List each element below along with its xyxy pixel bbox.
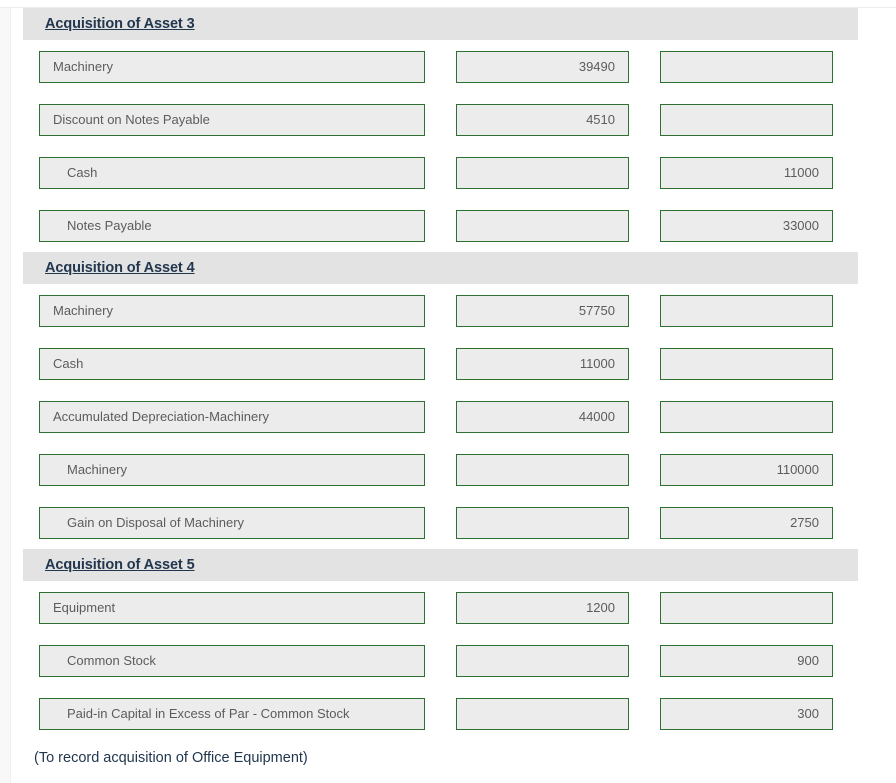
credit-amount-input-value: 110000 (776, 462, 819, 477)
debit-amount-input-value: 39490 (578, 59, 615, 74)
credit-amount-input[interactable]: 900 (660, 644, 833, 677)
debit-amount-input-value: 44000 (578, 409, 615, 424)
journal-entry-row: Paid-in Capital in Excess of Par - Commo… (12, 687, 896, 740)
debit-amount-input-value: 11000 (579, 356, 615, 371)
credit-amount-input[interactable] (660, 400, 833, 433)
journal-entry-row: Discount on Notes Payable 4510 (12, 93, 896, 146)
section-title: Acquisition of Asset 4 (45, 260, 195, 276)
debit-amount-input[interactable]: 44000 (456, 400, 629, 433)
account-title-input[interactable]: Machinery (39, 453, 425, 486)
credit-amount-input[interactable] (660, 103, 833, 136)
section-title: Acquisition of Asset 3 (45, 16, 195, 32)
section-title: Acquisition of Asset 5 (45, 557, 195, 573)
debit-amount-input[interactable]: 11000 (456, 347, 629, 380)
account-title-input[interactable]: Paid-in Capital in Excess of Par - Commo… (39, 697, 425, 730)
section-header: Acquisition of Asset 4 (23, 252, 858, 284)
credit-amount-input-value: 11000 (783, 165, 819, 180)
account-title-input[interactable]: Common Stock (39, 644, 425, 677)
account-title-input-value: Cash (67, 165, 98, 180)
account-title-input[interactable]: Equipment (39, 591, 425, 624)
journal-entry-row: Notes Payable 33000 (12, 199, 896, 252)
credit-amount-input[interactable] (660, 347, 833, 380)
account-title-input-value: Accumulated Depreciation-Machinery (53, 409, 270, 424)
journal-entry-row: Accumulated Depreciation-Machinery 44000 (12, 390, 896, 443)
account-title-input-value: Discount on Notes Payable (53, 112, 210, 127)
account-title-input-value: Common Stock (67, 653, 156, 668)
account-title-input[interactable]: Discount on Notes Payable (39, 103, 425, 136)
debit-amount-input[interactable]: 39490 (456, 50, 629, 83)
debit-amount-input[interactable] (456, 506, 629, 539)
credit-amount-input[interactable] (660, 591, 833, 624)
credit-amount-input[interactable]: 11000 (660, 156, 833, 189)
account-title-input-value: Machinery (53, 59, 113, 74)
account-title-input[interactable]: Machinery (39, 50, 425, 83)
sections-container: Acquisition of Asset 3 Machinery 39490 Disc… (12, 8, 896, 740)
debit-amount-input[interactable] (456, 209, 629, 242)
debit-amount-input[interactable]: 1200 (456, 591, 629, 624)
top-edge-strip (0, 0, 896, 8)
debit-amount-input[interactable] (456, 644, 629, 677)
left-gutter-strip (0, 0, 11, 783)
section-header: Acquisition of Asset 3 (23, 8, 858, 40)
debit-amount-input-value: 57750 (578, 303, 615, 318)
account-title-input-value: Equipment (53, 600, 116, 615)
account-title-input[interactable]: Cash (39, 347, 425, 380)
debit-amount-input-value: 4510 (586, 112, 615, 127)
debit-amount-input-value: 1200 (586, 600, 615, 615)
journal-entry-row: Cash 11000 (12, 146, 896, 199)
debit-amount-input[interactable]: 57750 (456, 294, 629, 327)
journal-entry-row: Machinery 57750 (12, 284, 896, 337)
credit-amount-input[interactable] (660, 50, 833, 83)
credit-amount-input[interactable]: 110000 (660, 453, 833, 486)
journal-entry-row: Machinery 39490 (12, 40, 896, 93)
account-title-input-value: Gain on Disposal of Machinery (67, 515, 245, 530)
journal-entry-row: Machinery 110000 (12, 443, 896, 496)
account-title-input-value: Cash (53, 356, 84, 371)
credit-amount-input-value: 900 (797, 653, 819, 668)
debit-amount-input[interactable] (456, 453, 629, 486)
account-title-input[interactable]: Machinery (39, 294, 425, 327)
journal-section: Acquisition of Asset 5 Equipment 1200 Commo… (12, 549, 896, 740)
credit-amount-input-value: 300 (797, 706, 819, 721)
journal-section: Acquisition of Asset 3 Machinery 39490 Disc… (12, 8, 896, 252)
debit-amount-input[interactable] (456, 697, 629, 730)
credit-amount-input[interactable]: 2750 (660, 506, 833, 539)
account-title-input[interactable]: Cash (39, 156, 425, 189)
journal-section: Acquisition of Asset 4 Machinery 57750 Cash… (12, 252, 896, 549)
journal-entry-form: Acquisition of Asset 3 Machinery 39490 Disc… (12, 8, 896, 783)
journal-entry-row: Equipment 1200 (12, 581, 896, 634)
account-title-input-value: Notes Payable (67, 218, 152, 233)
closing-note: (To record acquisition of Office Equipme… (34, 750, 308, 766)
credit-amount-input-value: 2750 (790, 515, 819, 530)
credit-amount-input[interactable]: 33000 (660, 209, 833, 242)
section-header: Acquisition of Asset 5 (23, 549, 858, 581)
account-title-input[interactable]: Accumulated Depreciation-Machinery (39, 400, 425, 433)
debit-amount-input[interactable] (456, 156, 629, 189)
credit-amount-input-value: 33000 (782, 218, 819, 233)
account-title-input[interactable]: Gain on Disposal of Machinery (39, 506, 425, 539)
journal-entry-row: Gain on Disposal of Machinery 2750 (12, 496, 896, 549)
debit-amount-input[interactable]: 4510 (456, 103, 629, 136)
credit-amount-input[interactable]: 300 (660, 697, 833, 730)
journal-entry-row: Common Stock 900 (12, 634, 896, 687)
account-title-input-value: Paid-in Capital in Excess of Par - Commo… (67, 706, 350, 721)
account-title-input-value: Machinery (67, 462, 127, 477)
journal-entry-row: Cash 11000 (12, 337, 896, 390)
account-title-input-value: Machinery (53, 303, 113, 318)
account-title-input[interactable]: Notes Payable (39, 209, 425, 242)
credit-amount-input[interactable] (660, 294, 833, 327)
